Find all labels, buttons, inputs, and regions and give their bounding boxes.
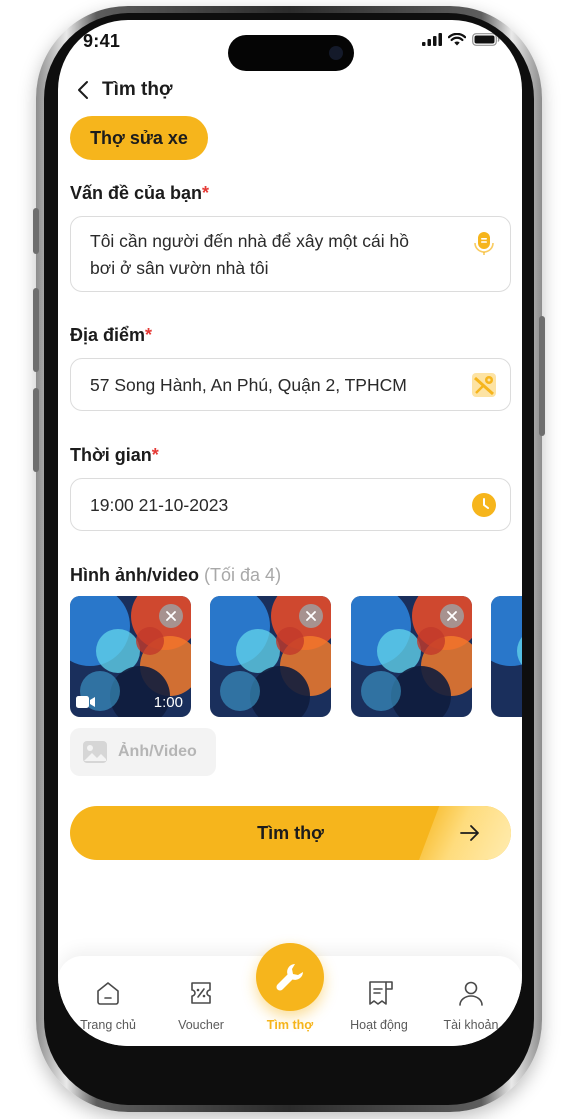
- remove-media-button[interactable]: [159, 604, 183, 628]
- microphone-icon[interactable]: [471, 230, 497, 256]
- nav-label-activity: Hoạt động: [350, 1018, 408, 1032]
- time-value: 19:00 21-10-2023: [90, 495, 229, 515]
- nav-item-account[interactable]: Tài khoản: [425, 956, 517, 1046]
- add-media-label: Ảnh/Video: [118, 743, 197, 760]
- media-thumbnail[interactable]: [491, 596, 522, 717]
- status-icons: [422, 33, 500, 46]
- nav-label-voucher: Voucher: [178, 1018, 224, 1032]
- find-worker-label: Tìm thợ: [257, 823, 324, 843]
- nav-item-activity[interactable]: Hoạt động: [333, 956, 425, 1046]
- media-thumbnail[interactable]: [210, 596, 331, 717]
- nav-label-home: Trang chủ: [80, 1018, 136, 1032]
- app-screen: 9:41 Tìm thợ Thợ sửa xe Vấn đề của bạn* …: [58, 20, 522, 1046]
- problem-text-line-1: Tôi cần người đến nhà để xây một cái hồ: [90, 231, 409, 251]
- camera-icon: [329, 46, 343, 60]
- power-button: [539, 316, 545, 436]
- time-label-text: Thời gian: [70, 445, 152, 465]
- activity-icon: [369, 981, 393, 1005]
- media-list: 1:00: [70, 596, 522, 718]
- nav-label-find: Tìm thợ: [266, 1018, 314, 1032]
- volume-down-button: [33, 388, 39, 472]
- page-title: Tìm thợ: [102, 79, 173, 100]
- video-icon: [76, 696, 95, 708]
- back-icon[interactable]: [74, 78, 96, 102]
- clock-icon[interactable]: [471, 492, 497, 518]
- phone-mockup: 9:41 Tìm thợ Thợ sửa xe Vấn đề của bạn* …: [0, 0, 578, 1119]
- find-worker-button[interactable]: Tìm thợ: [70, 806, 511, 860]
- required-mark: *: [202, 183, 210, 203]
- required-mark: *: [151, 445, 159, 465]
- location-label-text: Địa điểm: [70, 325, 146, 345]
- wifi-icon: [448, 33, 466, 46]
- time-label: Thời gian*: [70, 445, 159, 466]
- required-mark: *: [145, 325, 153, 345]
- category-chip[interactable]: Thợ sửa xe: [70, 116, 208, 160]
- voucher-icon: [191, 982, 211, 1004]
- nav-item-voucher[interactable]: Voucher: [155, 956, 247, 1046]
- volume-up-button: [33, 288, 39, 372]
- status-time: 9:41: [83, 31, 121, 51]
- time-field[interactable]: 19:00 21-10-2023: [70, 478, 511, 531]
- media-label-text: Hình ảnh/video: [70, 565, 200, 585]
- wrench-icon: [276, 964, 303, 991]
- close-icon: [166, 611, 176, 621]
- map-icon[interactable]: [471, 372, 497, 398]
- problem-label-text: Vấn đề của bạn: [70, 183, 203, 203]
- location-value: 57 Song Hành, An Phú, Quận 2, TPHCM: [90, 375, 407, 395]
- location-field[interactable]: 57 Song Hành, An Phú, Quận 2, TPHCM: [70, 358, 511, 411]
- close-icon: [306, 611, 316, 621]
- media-label: Hình ảnh/video (Tối đa 4): [70, 565, 281, 586]
- nav-label-account: Tài khoản: [443, 1018, 499, 1032]
- action-button: [33, 208, 39, 254]
- arrow-right-icon: [460, 825, 479, 841]
- remove-media-button[interactable]: [440, 604, 464, 628]
- find-worker-fab[interactable]: [256, 943, 324, 1011]
- signal-icon: [422, 33, 442, 46]
- close-icon: [447, 611, 457, 621]
- remove-media-button[interactable]: [299, 604, 323, 628]
- location-label: Địa điểm*: [70, 325, 152, 346]
- account-icon: [459, 981, 483, 1006]
- dynamic-island: [228, 35, 354, 71]
- add-media-button[interactable]: Ảnh/Video: [70, 728, 216, 776]
- media-thumbnail[interactable]: [351, 596, 472, 717]
- nav-item-home[interactable]: Trang chủ: [62, 956, 154, 1046]
- problem-text-line-2: bơi ở sân vườn nhà tôi: [90, 258, 269, 278]
- thumbnail-image: [491, 596, 522, 717]
- problem-field[interactable]: Tôi cần người đến nhà để xây một cái hồ …: [70, 216, 511, 292]
- problem-label: Vấn đề của bạn*: [70, 183, 209, 204]
- image-icon: [83, 741, 107, 763]
- video-duration: 1:00: [153, 694, 183, 711]
- home-icon: [97, 982, 119, 1005]
- media-thumbnail-video[interactable]: 1:00: [70, 596, 191, 717]
- battery-icon: [472, 33, 500, 46]
- media-limit-hint: (Tối đa 4): [204, 565, 282, 585]
